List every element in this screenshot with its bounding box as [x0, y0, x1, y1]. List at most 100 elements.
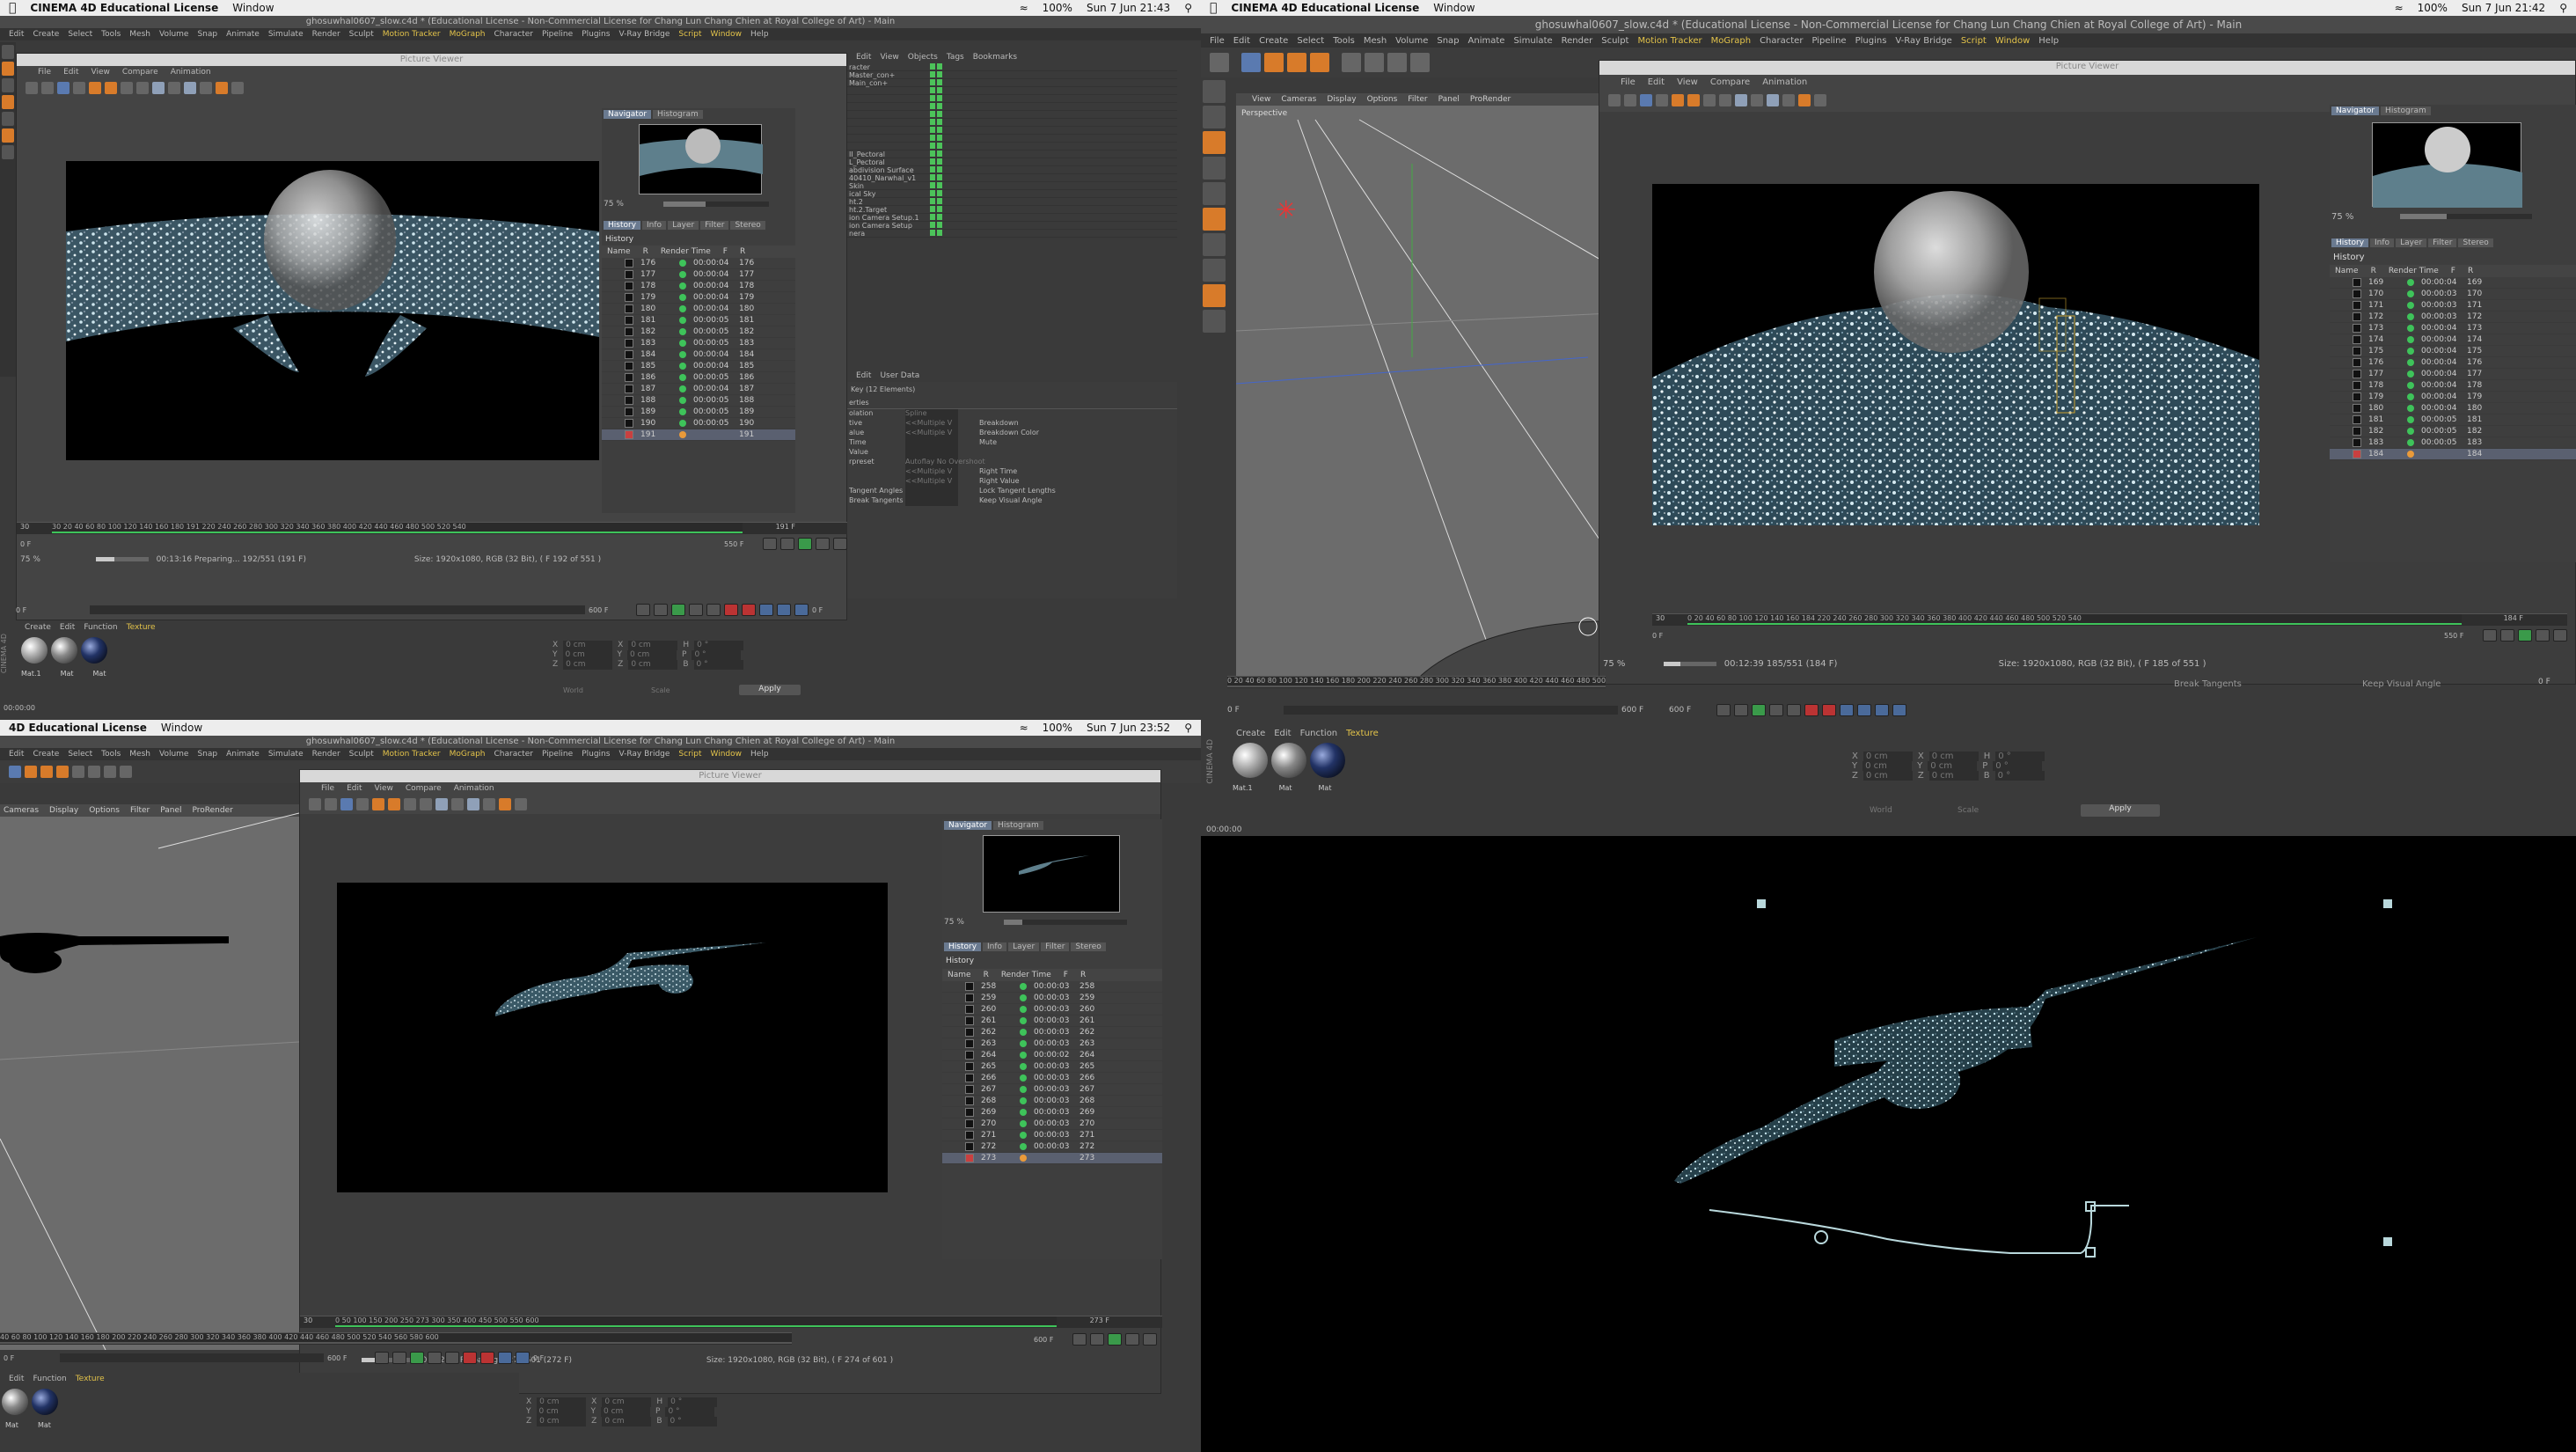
next-frame-button[interactable]: [428, 1352, 442, 1364]
frame-current-2[interactable]: 600 F: [1034, 1336, 1069, 1344]
menu-item[interactable]: Plugins: [582, 30, 610, 39]
coord-field[interactable]: 0 °: [667, 1417, 717, 1426]
main-timeline-ruler[interactable]: 0 20 40 60 80 100 120 140 160 180 200 22…: [1227, 677, 1606, 687]
render-visibility-icon[interactable]: [937, 198, 942, 204]
coord-field[interactable]: 0 cm: [627, 650, 677, 660]
history-row[interactable]: 184 00:00:04 184: [602, 349, 795, 361]
pv-menu-item[interactable]: Animation: [171, 68, 211, 77]
app-name[interactable]: CINEMA 4D Educational License: [1231, 2, 1419, 14]
frame-current-2[interactable]: 550 F: [724, 540, 759, 548]
history-row[interactable]: 172 00:00:03 172: [2330, 312, 2576, 323]
history-tab[interactable]: Filter: [700, 221, 729, 230]
coord-field[interactable]: 0 cm: [536, 1407, 586, 1417]
play-button[interactable]: [2518, 629, 2532, 642]
histogram-icon[interactable]: [1782, 94, 1795, 106]
coord-world-mode[interactable]: World: [1870, 806, 1892, 815]
render-icon[interactable]: [372, 798, 384, 810]
prev-frame-button[interactable]: [1090, 1333, 1104, 1346]
main-end[interactable]: 600 F: [589, 606, 633, 614]
main-frame-slider[interactable]: [1284, 706, 1618, 715]
visibility-icon[interactable]: [930, 71, 935, 77]
coord-world-mode[interactable]: World: [563, 686, 583, 694]
material-swatch[interactable]: [21, 637, 48, 664]
material-label[interactable]: Mat.1: [21, 670, 41, 678]
coord-field[interactable]: 0 cm: [563, 641, 613, 650]
compare-icon[interactable]: [184, 82, 196, 94]
record-button[interactable]: [463, 1352, 477, 1364]
history-tab[interactable]: Info: [642, 221, 667, 230]
object-row[interactable]: Skin: [847, 182, 1177, 190]
history-row[interactable]: 187 00:00:04 187: [602, 384, 795, 395]
history-row[interactable]: 179 00:00:04 179: [2330, 392, 2576, 403]
history-row[interactable]: 270 00:00:03 270: [942, 1118, 1162, 1130]
history-tab[interactable]: History: [2331, 238, 2369, 247]
object-row[interactable]: racter: [847, 63, 1177, 71]
zoom-status[interactable]: 75 %: [1603, 659, 1625, 669]
next-frame-button[interactable]: [2536, 629, 2550, 642]
z-axis-icon[interactable]: [104, 766, 116, 778]
menu-item[interactable]: Help: [750, 30, 769, 39]
mac-menu-window[interactable]: Window: [1433, 2, 1475, 14]
menu-item[interactable]: Animate: [226, 750, 260, 759]
menu-item[interactable]: Snap: [197, 30, 217, 39]
pv-menu-item[interactable]: Compare: [122, 68, 158, 77]
visibility-icon[interactable]: [930, 79, 935, 85]
history-row[interactable]: 176 00:00:04 176: [2330, 357, 2576, 369]
attribute-value[interactable]: [905, 496, 958, 506]
menu-item[interactable]: Snap: [1437, 36, 1459, 46]
coord-field[interactable]: 0 cm: [562, 650, 612, 660]
frame-start[interactable]: 30: [1656, 614, 1665, 622]
record-button[interactable]: [724, 604, 738, 616]
menu-item[interactable]: Tools: [1333, 36, 1355, 46]
menu-item[interactable]: Snap: [197, 750, 217, 759]
history-column[interactable]: R: [984, 971, 989, 979]
history-row[interactable]: 273 273: [942, 1153, 1162, 1164]
prev-frame-button[interactable]: [1734, 704, 1748, 716]
z-axis-icon[interactable]: [1387, 53, 1407, 72]
lut-icon[interactable]: [216, 82, 228, 94]
open-icon[interactable]: [26, 82, 38, 94]
menu-item[interactable]: Create: [33, 30, 59, 39]
render-visibility-icon[interactable]: [937, 87, 942, 93]
open-icon[interactable]: [1608, 94, 1621, 106]
delete-icon[interactable]: [356, 798, 369, 810]
material-swatch[interactable]: [1233, 743, 1268, 778]
pv-timeline[interactable]: 30 0 20 40 60 80 100 120 140 160 184 220…: [1652, 613, 2567, 626]
history-row[interactable]: 174 00:00:04 174: [2330, 334, 2576, 346]
play-button[interactable]: [1108, 1333, 1122, 1346]
tool-icon[interactable]: [1203, 106, 1226, 128]
menu-item[interactable]: Create: [33, 750, 59, 759]
object-row[interactable]: [847, 87, 1177, 95]
attribute-value[interactable]: <<Multiple V: [905, 429, 958, 438]
visibility-icon[interactable]: [930, 198, 935, 204]
tool-icon[interactable]: [1203, 182, 1226, 205]
tool-icon[interactable]: [2, 112, 14, 126]
menu-item[interactable]: Motion Tracker: [1637, 36, 1701, 46]
render-visibility-icon[interactable]: [937, 79, 942, 85]
clock[interactable]: Sun 7 Jun 21:42: [2462, 2, 2545, 14]
menu-item[interactable]: Select: [1297, 36, 1324, 46]
first-frame-button[interactable]: [375, 1352, 389, 1364]
object-manager-tab[interactable]: View: [880, 53, 898, 62]
zoom-slider[interactable]: [2400, 214, 2532, 219]
history-row[interactable]: 177 00:00:04 177: [2330, 369, 2576, 380]
wifi-icon[interactable]: ≈: [1020, 2, 1028, 14]
pv-menu-item[interactable]: View: [91, 68, 110, 77]
keyframe-icon[interactable]: [777, 604, 791, 616]
tool-icon[interactable]: [1203, 157, 1226, 180]
render-visibility-icon[interactable]: [937, 135, 942, 141]
menu-item[interactable]: Tools: [101, 750, 121, 759]
last-frame-button[interactable]: [1787, 704, 1801, 716]
tool-icon[interactable]: [2, 45, 14, 59]
coord-field[interactable]: 0 cm: [1928, 771, 1979, 781]
select-icon[interactable]: [9, 766, 21, 778]
material-swatch[interactable]: [1310, 743, 1345, 778]
pv-timeline[interactable]: 30 30 20 40 60 80 100 120 140 160 180 19…: [17, 522, 848, 534]
rotate-icon[interactable]: [1310, 53, 1329, 72]
object-row[interactable]: [847, 143, 1177, 150]
attribute-tab[interactable]: Edit: [856, 371, 871, 380]
attribute-tab[interactable]: User Data: [880, 371, 919, 380]
save-icon[interactable]: [41, 82, 54, 94]
main-frame-slider[interactable]: [60, 1353, 324, 1362]
grid-icon[interactable]: [1719, 94, 1731, 106]
